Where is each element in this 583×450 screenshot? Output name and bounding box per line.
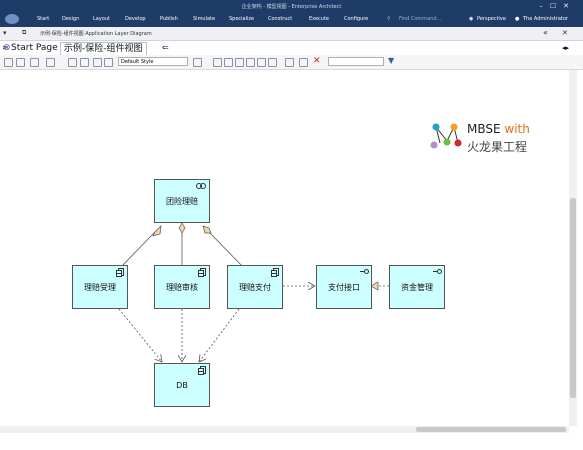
zoom-out-icon[interactable] bbox=[80, 58, 89, 67]
node-label: 资金管理 bbox=[401, 282, 433, 292]
menu-layout[interactable]: Layout bbox=[93, 16, 110, 22]
line-color-icon[interactable] bbox=[30, 58, 39, 67]
realization-connector[interactable] bbox=[370, 281, 389, 291]
find-command-icon: ⚲ bbox=[387, 16, 391, 22]
menu-construct[interactable]: Construct bbox=[268, 16, 292, 22]
node-claim-review[interactable]: 理赔审核 bbox=[154, 265, 210, 309]
diagram-tab-label: 示例-保险-组件视图 bbox=[64, 44, 143, 54]
menu-specialize[interactable]: Specialize bbox=[229, 16, 254, 22]
aggregation-connector[interactable] bbox=[118, 225, 162, 270]
menu-start[interactable]: Start bbox=[37, 16, 49, 22]
brush-icon[interactable] bbox=[104, 58, 113, 67]
dependency-connector[interactable] bbox=[199, 308, 240, 362]
app-menu-icon[interactable] bbox=[5, 14, 19, 24]
same-width-icon[interactable] bbox=[257, 58, 266, 67]
node-fund-mgmt[interactable]: 资金管理 bbox=[389, 265, 445, 309]
node-label: 理赔审核 bbox=[166, 282, 198, 292]
component-icon bbox=[271, 268, 279, 277]
node-label: 团险理赔 bbox=[166, 196, 198, 206]
align-left-icon[interactable] bbox=[213, 58, 222, 67]
fill-color-icon[interactable] bbox=[16, 58, 25, 67]
pencil-icon[interactable] bbox=[93, 58, 102, 67]
user-icon: ● bbox=[515, 16, 520, 22]
align-center-icon[interactable] bbox=[224, 58, 233, 67]
close-icon[interactable]: ✕ bbox=[560, 1, 572, 11]
dependency-connector[interactable] bbox=[118, 308, 162, 362]
node-claim-pay[interactable]: 理赔支付 bbox=[227, 265, 283, 309]
menu-develop[interactable]: Develop bbox=[125, 16, 146, 22]
tab-diagram[interactable]: 示例-保险-组件视图 bbox=[60, 42, 147, 55]
component-icon bbox=[116, 268, 124, 277]
delete-icon[interactable]: ✕ bbox=[313, 56, 321, 66]
line-width-icon[interactable] bbox=[46, 58, 55, 67]
window-title: 企业架构 - 模型视图 - Enterprise Architect bbox=[241, 4, 342, 10]
logo-icon bbox=[430, 123, 462, 149]
interface-icon bbox=[433, 269, 442, 274]
filter-icon[interactable]: ▼ bbox=[388, 56, 394, 65]
sidebar-toggle-icon[interactable]: ▾ bbox=[3, 29, 7, 37]
menu-execute[interactable]: Execute bbox=[309, 16, 329, 22]
breadcrumb-bar: ▾ ⧉ 示例-保险-组件视图 Application Layer Diagram… bbox=[0, 27, 583, 41]
user-name[interactable]: The Administrator bbox=[523, 16, 568, 22]
node-label: 支付接口 bbox=[328, 282, 360, 292]
node-group-claim[interactable]: 团险理赔 bbox=[154, 179, 210, 223]
breadcrumb: 示例-保险-组件视图 Application Layer Diagram bbox=[40, 31, 152, 37]
align-bottom-icon[interactable] bbox=[246, 58, 255, 67]
image-icon[interactable] bbox=[299, 58, 308, 67]
horizontal-scrollbar[interactable] bbox=[0, 426, 569, 433]
component-icon bbox=[198, 366, 206, 375]
menu-design[interactable]: Design bbox=[62, 16, 79, 22]
minimize-icon[interactable]: – bbox=[535, 1, 547, 11]
node-pay-interface[interactable]: 支付接口 bbox=[316, 265, 372, 309]
logo-title: MBSE with bbox=[467, 122, 530, 136]
tab-bar: » ⊗ Start Page 示例-保险-组件视图 ⇐ ◂▸ bbox=[0, 41, 583, 56]
menu-configure[interactable]: Configure bbox=[344, 16, 368, 22]
align-top-icon[interactable] bbox=[235, 58, 244, 67]
same-height-icon[interactable] bbox=[268, 58, 277, 67]
tab-start-page[interactable]: Start Page bbox=[11, 42, 58, 54]
perspective-button[interactable]: Perspective bbox=[477, 16, 506, 22]
horizontal-scroll-thumb[interactable] bbox=[416, 427, 566, 432]
vertical-scrollbar[interactable] bbox=[569, 70, 577, 426]
font-icon[interactable] bbox=[4, 58, 13, 67]
tab-pin-icon[interactable]: ⇐ bbox=[162, 42, 169, 54]
layout-icon[interactable] bbox=[285, 58, 294, 67]
title-bar: 企业架构 - 模型视图 - Enterprise Architect – ☐ ✕ bbox=[0, 0, 583, 12]
node-label: 理赔受理 bbox=[84, 282, 116, 292]
style-select[interactable]: Default Style bbox=[118, 57, 188, 66]
text-style-icon[interactable] bbox=[193, 58, 202, 67]
logo-with: with bbox=[504, 122, 530, 136]
browser-icon[interactable]: ⧉ bbox=[22, 29, 26, 37]
vertical-scroll-thumb[interactable] bbox=[570, 198, 576, 398]
nav-back-icon[interactable]: « bbox=[543, 28, 548, 37]
aggregation-connector[interactable] bbox=[202, 225, 246, 270]
logo-subtitle: 火龙果工程 bbox=[467, 140, 528, 154]
tab-menu-icon[interactable]: ◂▸ bbox=[562, 42, 569, 54]
start-page-icon: ⊗ bbox=[3, 43, 11, 53]
node-db[interactable]: DB bbox=[154, 363, 210, 407]
find-command[interactable]: Find Command... bbox=[399, 16, 441, 22]
node-claim-accept[interactable]: 理赔受理 bbox=[72, 265, 128, 309]
zoom-icon[interactable] bbox=[68, 58, 77, 67]
diagram-toolbar: Default Style ✕ ▼ bbox=[0, 55, 583, 70]
maximize-icon[interactable]: ☐ bbox=[547, 1, 559, 11]
node-label: 理赔支付 bbox=[239, 282, 271, 292]
menu-simulate[interactable]: Simulate bbox=[193, 16, 215, 22]
logo-mbse: MBSE bbox=[467, 122, 501, 136]
menu-publish[interactable]: Publish bbox=[160, 16, 178, 22]
menu-bar: Start Design Layout Develop Publish Simu… bbox=[0, 12, 583, 27]
collaboration-icon bbox=[196, 183, 206, 189]
node-label: DB bbox=[176, 380, 188, 390]
aggregation-connector[interactable] bbox=[178, 222, 186, 269]
interface-icon bbox=[360, 269, 369, 274]
toolbar-search-input[interactable] bbox=[328, 57, 384, 66]
panel-close-icon[interactable]: ✕ bbox=[562, 29, 568, 37]
bottom-area bbox=[0, 433, 583, 450]
component-icon bbox=[198, 268, 206, 277]
perspective-icon: ◉ bbox=[469, 16, 474, 22]
